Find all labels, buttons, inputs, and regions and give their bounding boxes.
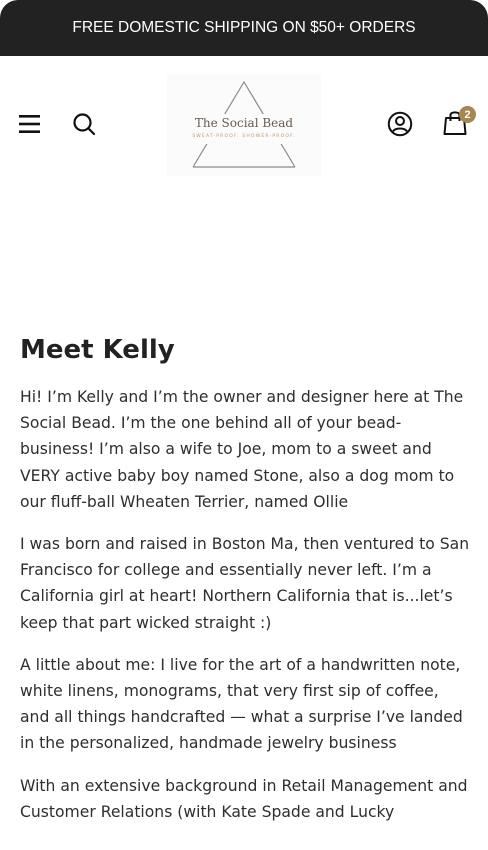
cart-count-badge: 2	[459, 106, 476, 123]
account-icon	[387, 111, 413, 137]
experience-paragraph: With an extensive background in Retail M…	[20, 776, 468, 821]
logo-tagline: SWEAT-PROOF. SHOWER-PROOF.	[192, 134, 296, 139]
site-logo[interactable]: The Social Bead SWEAT-PROOF. SHOWER-PROO…	[167, 74, 321, 176]
announcement-text: FREE DOMESTIC SHIPPING ON $50+ ORDERS	[72, 19, 416, 36]
logo-name: The Social Bead	[194, 116, 294, 130]
menu-button[interactable]	[16, 110, 44, 138]
about-me-paragraph: A little about me: I live for the art of…	[20, 655, 463, 753]
intro-paragraph: Hi! I’m Kelly and I’m the owner and desi…	[20, 388, 464, 511]
search-button[interactable]	[70, 110, 98, 138]
search-icon	[73, 113, 96, 136]
hamburger-menu-icon	[19, 115, 40, 133]
about-content: Meet Kelly Hi! I’m Kelly and I’m the own…	[20, 330, 470, 841]
site-header: The Social Bead SWEAT-PROOF. SHOWER-PROO…	[0, 56, 488, 196]
cart-button[interactable]: 2	[441, 106, 476, 138]
background-paragraph: I was born and raised in Boston Ma, then…	[20, 535, 470, 632]
account-button[interactable]	[386, 110, 414, 138]
page-title: Meet Kelly	[20, 335, 175, 365]
announcement-bar: FREE DOMESTIC SHIPPING ON $50+ ORDERS	[0, 0, 488, 56]
